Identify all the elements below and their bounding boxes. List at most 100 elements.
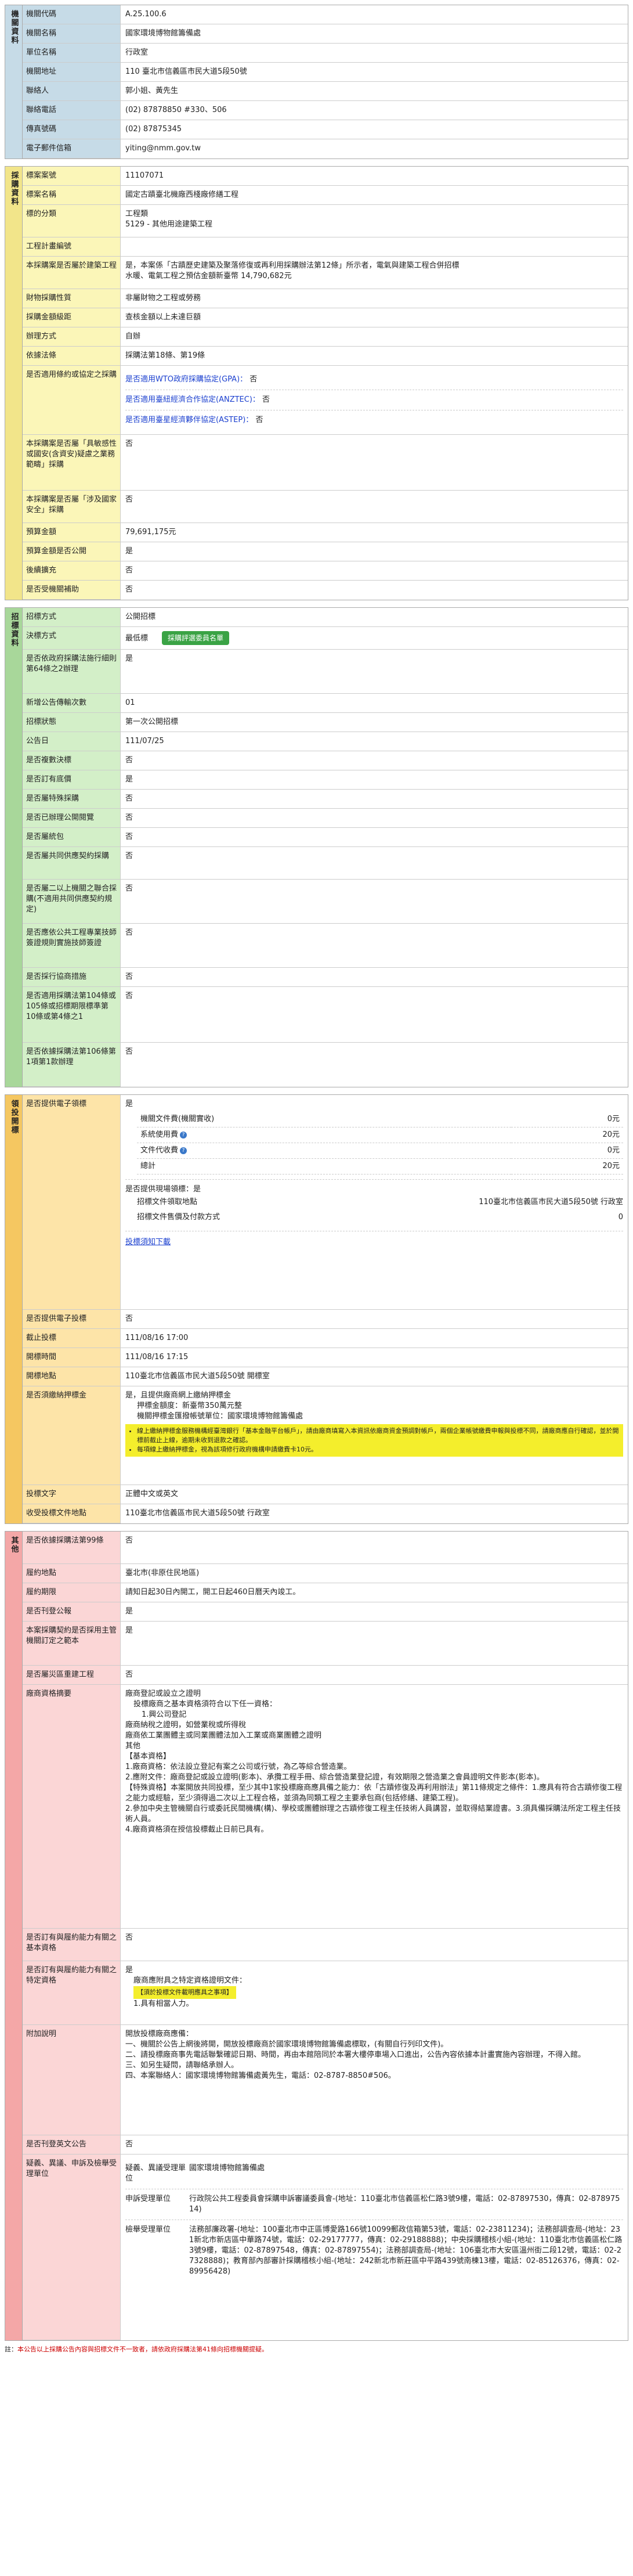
public-view: 否	[120, 809, 628, 828]
bid-status-label: 招標狀態	[23, 713, 120, 732]
treaty-list: 是否適用WTO政府採購協定(GPA)： 否 是否適用臺紐經濟合作協定(ANZTE…	[120, 366, 628, 435]
plan-no	[120, 237, 628, 257]
email-label: 電子郵件信箱	[23, 139, 120, 158]
contact: 郭小姐、黃先生	[120, 82, 628, 101]
agency-name-label: 機關名稱	[23, 24, 120, 44]
building-label: 本採購案是否屬於建築工程	[23, 257, 120, 289]
fax: (02) 87875345	[120, 120, 628, 139]
base-price: 是	[120, 770, 628, 790]
deadline: 111/08/16 17:00	[120, 1329, 628, 1348]
multi-award-label: 是否複數決標	[23, 751, 120, 770]
budget-level: 查核金額以上未達巨額	[120, 308, 628, 327]
joint-supply: 否	[120, 847, 628, 880]
qualification: 廠商登記或設立之證明 投標廠商之基本資格須符合以下任一資格： 1.興公司登記 廠…	[120, 1685, 628, 1929]
fee-row: 系統使用費? 20元	[137, 1127, 623, 1143]
special-proc: 否	[120, 790, 628, 809]
subsidy: 否	[120, 581, 628, 600]
phone-label: 聯絡電話	[23, 101, 120, 120]
fee-row: 機關文件費(機關實收) 0元	[137, 1112, 623, 1127]
art106-label: 是否依據採購法第106條第1項第1款辦理	[23, 1043, 120, 1087]
nature-value: 非屬財物之工程或勞務	[120, 289, 628, 308]
amount: 79,691,175元	[120, 523, 628, 542]
transmit-count-label: 新增公告傳輸次數	[23, 694, 120, 713]
amount-public: 是	[120, 542, 628, 561]
email: yiting@nmm.gov.tw	[120, 139, 628, 158]
tender-side-label: 採購資料	[5, 167, 23, 600]
help-icon[interactable]: ?	[180, 1131, 187, 1139]
tender-section: 採購資料 標案案號 11107071 標案名稱 國定古蹟臺北機廠西棧廠修繕工程 標的…	[5, 166, 628, 600]
other-side-label: 其他	[5, 1532, 23, 2340]
sensitive-value: 否	[120, 435, 628, 491]
treaty-label: 是否適用條約或協定之採購	[23, 366, 120, 435]
nature-label: 財物採購性質	[23, 289, 120, 308]
base-price-label: 是否訂有底價	[23, 770, 120, 790]
bid-method: 公開招標	[120, 608, 628, 627]
bid-side-label: 招標資料	[5, 608, 23, 1087]
complaint-row: 檢舉受理單位 法務部廉政署-(地址：100臺北市中正區博愛路166號10099郵政…	[125, 2225, 623, 2276]
e-collect-details: 是 機關文件費(機關實收) 0元 系統使用費? 20元 文件代收費? 0元 總計 20元…	[120, 1095, 628, 1310]
deadline-label: 截止投標	[23, 1329, 120, 1348]
period-label: 履約期限	[23, 1583, 120, 1602]
committee-list-button[interactable]: 採購評選委員名單	[162, 631, 230, 645]
fee-row: 文件代收費? 0元	[137, 1143, 623, 1159]
contact-label: 聯絡人	[23, 82, 120, 101]
expansion-label: 後續擴充	[23, 561, 120, 581]
special-proc-label: 是否屬特殊採購	[23, 790, 120, 809]
unit-name-label: 單位名稱	[23, 44, 120, 63]
law-label: 依據法條	[23, 347, 120, 366]
method: 自辦	[120, 327, 628, 347]
e-bid-label: 是否提供電子投標	[23, 1310, 120, 1329]
case-name: 國定古蹟臺北機廠西棧廠修繕工程	[120, 186, 628, 205]
bid-status: 第一次公開招標	[120, 713, 628, 732]
engineer-sign: 否	[120, 924, 628, 968]
sensitive-label: 本採購案是否屬「具敏感性或國安(含資安)疑慮之業務範疇」採購	[23, 435, 120, 491]
art99: 否	[120, 1532, 628, 1564]
footnote: 註：本公告以上採購公告內容與招標文件不一致者，請依政府採購法第41條向招標機關提…	[5, 2346, 268, 2353]
phone: (02) 87878850 #330、506	[120, 101, 628, 120]
e-bid: 否	[120, 1310, 628, 1329]
help-icon[interactable]: ?	[180, 1147, 187, 1154]
turnkey-label: 是否屬統包	[23, 828, 120, 847]
fax-label: 傳真號碼	[23, 120, 120, 139]
collect-side-label: 領投開標	[5, 1095, 23, 1523]
case-name-label: 標案名稱	[23, 186, 120, 205]
fee-table: 機關文件費(機關實收) 0元 系統使用費? 20元 文件代收費? 0元 總計 20元	[137, 1112, 623, 1174]
other-section: 其他 是否依據採購法第99條否 履約地點 臺北市(非原住民地區) 履約期限 請知日起…	[5, 1531, 628, 2341]
notes-label: 附加說明	[23, 2025, 120, 2135]
amount-label: 預算金額	[23, 523, 120, 542]
unit-name: 行政室	[120, 44, 628, 63]
joint-proc: 否	[120, 880, 628, 924]
gazette-label: 是否刊登公報	[23, 1602, 120, 1622]
complaint-label: 疑義、異議、申訴及檢舉受理單位	[23, 2155, 120, 2340]
paper-collect: 是否提供現場領標：是 招標文件領取地點 110臺北市信義區市民大道5段50號 行政…	[125, 1179, 623, 1225]
bid-method-label: 招標方式	[23, 608, 120, 627]
building-value: 是，本案係「古蹟歷史建築及聚落修復或再利用採購辦法第12條」所示者，電氣與建築工…	[120, 257, 628, 289]
expansion: 否	[120, 561, 628, 581]
agency-side-label: 機關資料	[5, 5, 23, 158]
open-place: 110臺北市信義區市民大道5段50號 開標室	[120, 1367, 628, 1386]
deposit-details: 是，且提供廠商網上繳納押標金 押標金額度：新臺幣350萬元整 機關押標金匯撥帳號…	[120, 1386, 628, 1485]
negotiation-label: 是否採行協商措施	[23, 968, 120, 987]
deposit-label: 是否須繳納押標金	[23, 1386, 120, 1485]
security-label: 本採購案是否屬「涉及國家安全」採購	[23, 491, 120, 523]
complaint-row: 申訴受理單位 行政院公共工程委員會採購申訴審議委員會-(地址：110臺北市信義區松…	[125, 2189, 623, 2220]
disaster-label: 是否屬災區重建工程	[23, 1666, 120, 1685]
transmit-count: 01	[120, 694, 628, 713]
e-collect-value: 是	[125, 1100, 133, 1108]
art104: 否	[120, 987, 628, 1043]
engineer-sign-label: 是否應依公共工程專業技師簽證規則實施技師簽證	[23, 924, 120, 968]
disaster: 否	[120, 1666, 628, 1685]
receive-place: 110臺北市信義區市民大道5段50號 行政室	[120, 1504, 628, 1523]
english: 否	[120, 2135, 628, 2155]
turnkey: 否	[120, 828, 628, 847]
receive-place-label: 收受投標文件地點	[23, 1504, 120, 1523]
public-view-label: 是否已辦理公開閱覽	[23, 809, 120, 828]
case-no: 11107071	[120, 167, 628, 186]
amount-public-label: 預算金額是否公開	[23, 542, 120, 561]
joint-supply-label: 是否屬共同供應契約採購	[23, 847, 120, 880]
negotiation: 否	[120, 968, 628, 987]
plan-no-label: 工程計畫編號	[23, 237, 120, 257]
download-link[interactable]: 投標須知下載	[125, 1238, 171, 1246]
period: 請知日起30日內開工，開工日起460日曆天內竣工。	[120, 1583, 628, 1602]
announce-date: 111/07/25	[120, 732, 628, 751]
